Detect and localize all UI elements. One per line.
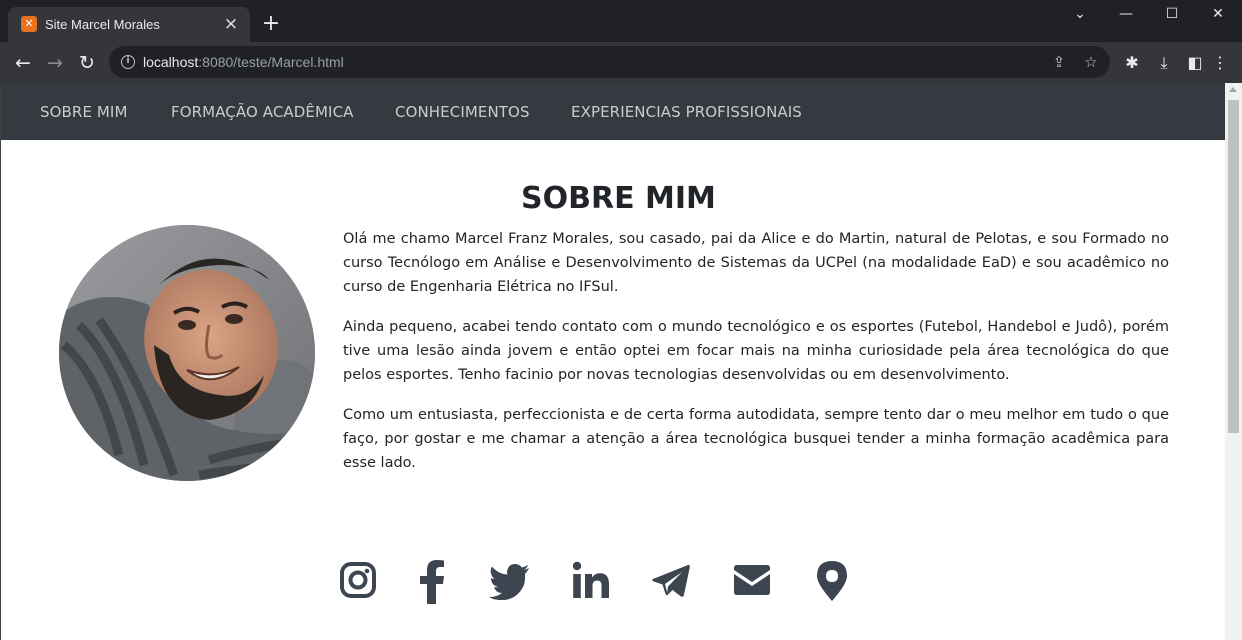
about-text: Olá me chamo Marcel Franz Morales, sou c… (343, 227, 1169, 491)
forward-icon[interactable]: → (42, 50, 68, 76)
scroll-up-arrow-icon[interactable] (1229, 87, 1237, 92)
back-icon[interactable]: ← (10, 50, 36, 76)
email-icon[interactable] (732, 560, 772, 604)
share-icon[interactable]: ⇪ (1049, 52, 1069, 72)
url-text: localhost:8080/teste/Marcel.html (143, 54, 344, 70)
instagram-icon[interactable] (339, 560, 377, 604)
reload-icon[interactable]: ↻ (74, 50, 100, 76)
nav-link-sobre-mim[interactable]: SOBRE MIM (40, 103, 128, 121)
nav-link-experiencias-profissionais[interactable]: EXPERIENCIAS PROFISSIONAIS (571, 103, 802, 121)
bio-paragraph: Como um entusiasta, perfeccionista e de … (343, 407, 1169, 471)
new-tab-icon[interactable]: + (260, 13, 282, 35)
close-tab-icon[interactable]: × (222, 15, 240, 33)
site-info-icon[interactable]: i (121, 55, 135, 69)
nav-link-conhecimentos[interactable]: CONHECIMENTOS (395, 103, 530, 121)
bookmark-star-icon[interactable]: ☆ (1081, 52, 1101, 72)
nav-link-formacao-academica[interactable]: FORMAÇÃO ACADÊMICA (171, 103, 354, 121)
bio-paragraph: Ainda pequeno, acabei tendo contato com … (343, 319, 1169, 383)
xampp-favicon-icon: ✕ (21, 16, 37, 32)
tab-search-icon[interactable]: ⌄ (1057, 0, 1103, 28)
twitter-icon[interactable] (488, 560, 530, 604)
browser-tab[interactable]: ✕ Site Marcel Morales × (8, 7, 250, 42)
site-navbar: SOBRE MIM FORMAÇÃO ACADÊMICA CONHECIMENT… (1, 83, 1225, 140)
tab-title: Site Marcel Morales (45, 17, 160, 32)
side-panel-icon[interactable]: ◧ (1184, 52, 1206, 74)
bio-paragraph: Olá me chamo Marcel Franz Morales, sou c… (343, 231, 1169, 295)
section-title: SOBRE MIM (521, 181, 716, 216)
browser-toolbar: ← → ↻ i localhost:8080/teste/Marcel.html… (0, 42, 1242, 83)
scrollbar-thumb[interactable] (1228, 100, 1239, 433)
minimize-icon[interactable]: — (1103, 0, 1149, 28)
download-icon[interactable]: ⤓ (1153, 52, 1175, 74)
maximize-icon[interactable]: ☐ (1149, 0, 1195, 28)
profile-photo (59, 225, 315, 481)
address-bar[interactable]: i localhost:8080/teste/Marcel.html ⇪ ☆ (109, 46, 1110, 78)
close-window-icon[interactable]: ✕ (1195, 0, 1241, 28)
page-scrollbar[interactable] (1225, 83, 1242, 640)
linkedin-icon[interactable] (572, 560, 610, 604)
extensions-icon[interactable]: ✱ (1121, 52, 1143, 74)
menu-icon[interactable]: ⋮ (1209, 52, 1231, 74)
facebook-icon[interactable] (419, 560, 445, 604)
location-icon[interactable] (816, 560, 848, 604)
browser-tab-bar: ✕ Site Marcel Morales × + ⌄ — ☐ ✕ (0, 0, 1242, 42)
telegram-icon[interactable] (652, 560, 690, 604)
page-viewport: SOBRE MIM FORMAÇÃO ACADÊMICA CONHECIMENT… (0, 83, 1242, 640)
